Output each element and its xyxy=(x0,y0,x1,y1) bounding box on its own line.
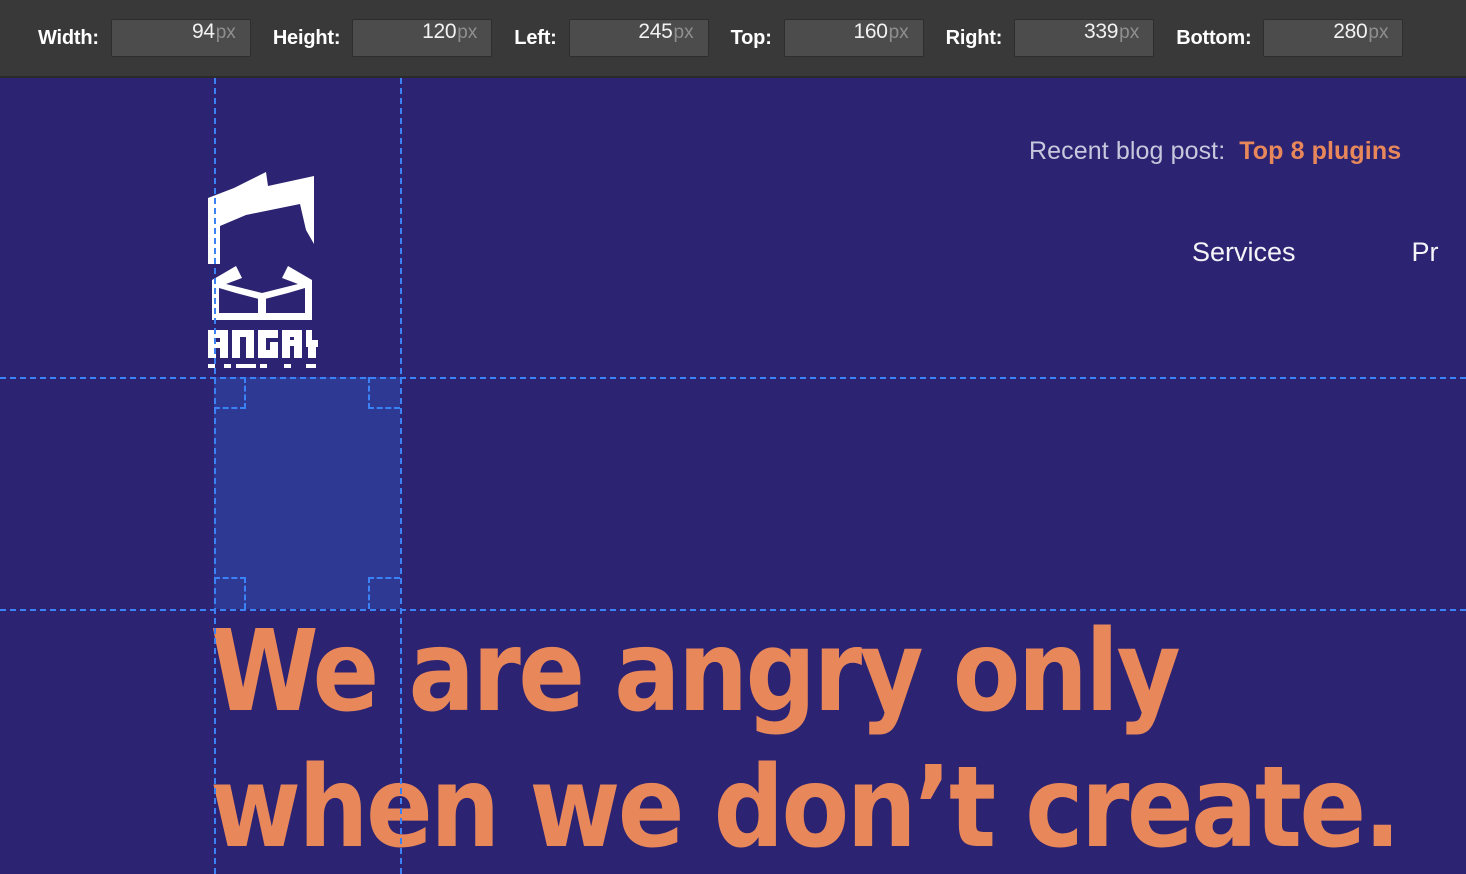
left-label: Left: xyxy=(514,26,557,49)
height-input[interactable]: 120 px xyxy=(352,19,493,57)
left-input[interactable]: 245 px xyxy=(568,19,709,57)
width-label: Width: xyxy=(38,26,99,49)
guide-horizontal-top xyxy=(0,377,1466,379)
top-unit: px xyxy=(888,22,909,43)
selection-handle-top-left[interactable] xyxy=(214,377,246,409)
measure-group-height: Height: 120 px xyxy=(272,19,493,57)
left-value: 245 xyxy=(638,20,673,43)
recent-blog-post-banner: Recent blog post: Top 8 plugins xyxy=(1029,137,1401,166)
top-value: 160 xyxy=(853,20,888,43)
bottom-input[interactable]: 280 px xyxy=(1263,19,1404,57)
angry-nerds-logo[interactable] xyxy=(206,168,318,368)
hero-headline-line-1: We are angry only xyxy=(210,607,1181,737)
bottom-value: 280 xyxy=(1333,20,1368,43)
height-label: Height: xyxy=(272,26,341,49)
screen-root: Width: 94 px Height: 120 px Left: 245 px… xyxy=(0,0,1466,874)
width-value: 94 xyxy=(191,20,215,43)
right-unit: px xyxy=(1119,22,1140,43)
selection-handle-top-right[interactable] xyxy=(368,377,400,409)
angry-nerds-logo-icon xyxy=(208,172,318,368)
measure-group-left: Left: 245 px xyxy=(514,19,709,57)
width-unit: px xyxy=(215,22,236,43)
website-canvas[interactable]: Recent blog post: Top 8 plugins Services P… xyxy=(0,78,1466,874)
measurement-toolbar: Width: 94 px Height: 120 px Left: 245 px… xyxy=(0,0,1466,78)
measure-group-width: Width: 94 px xyxy=(38,19,251,57)
right-input[interactable]: 339 px xyxy=(1014,19,1155,57)
main-nav: Services Pr xyxy=(1192,237,1439,268)
top-input[interactable]: 160 px xyxy=(783,19,924,57)
right-value: 339 xyxy=(1084,20,1119,43)
right-label: Right: xyxy=(945,26,1003,49)
height-unit: px xyxy=(457,22,478,43)
bottom-unit: px xyxy=(1368,22,1389,43)
hero-headline: We are angry only when we don’t create. xyxy=(210,604,1401,874)
nav-item-projects[interactable]: Pr xyxy=(1412,237,1439,267)
nav-item-services[interactable]: Services xyxy=(1192,237,1296,267)
left-unit: px xyxy=(673,22,694,43)
measure-group-top: Top: 160 px xyxy=(731,19,924,57)
selection-highlight xyxy=(214,377,400,609)
bottom-label: Bottom: xyxy=(1176,26,1252,49)
recent-blog-post-label: Recent blog post: xyxy=(1029,137,1226,165)
top-label: Top: xyxy=(730,26,772,49)
measure-group-right: Right: 339 px xyxy=(946,19,1155,57)
recent-blog-post-link[interactable]: Top 8 plugins xyxy=(1239,137,1401,165)
height-value: 120 xyxy=(422,20,457,43)
width-input[interactable]: 94 px xyxy=(110,19,251,57)
hero-headline-line-2: when we don’t create. xyxy=(210,743,1401,873)
measure-group-bottom: Bottom: 280 px xyxy=(1176,19,1404,57)
